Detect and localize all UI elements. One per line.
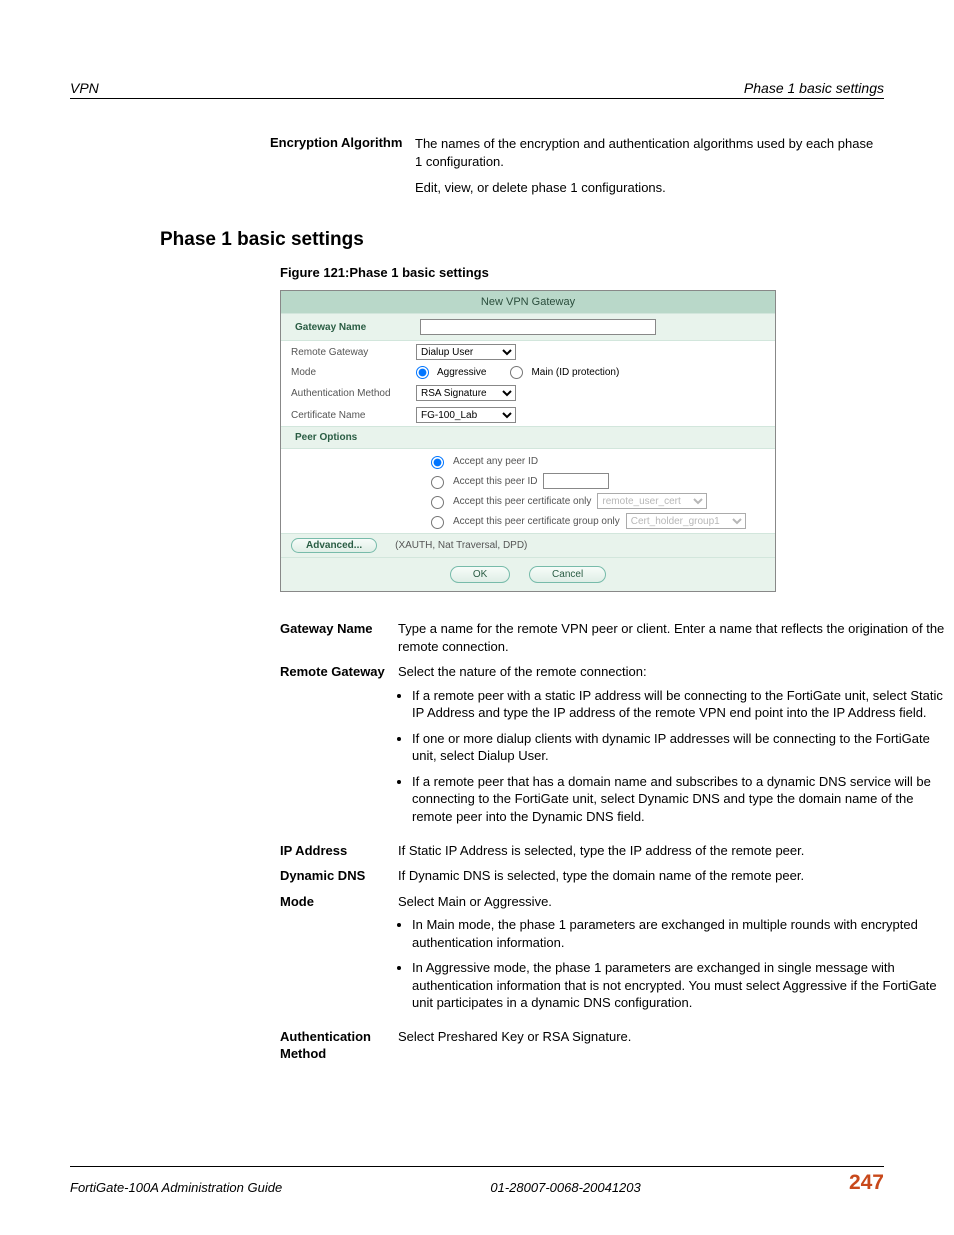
peer-this-id-text: Accept this peer ID	[453, 476, 537, 487]
peer-cert-only-text: Accept this peer certificate only	[453, 496, 591, 507]
definitions-table: Gateway Name Type a name for the remote …	[280, 616, 954, 1067]
def-remote-gateway-b2: If one or more dialup clients with dynam…	[412, 730, 952, 765]
peer-cert-group-text: Accept this peer certificate group only	[453, 516, 620, 527]
def-remote-gateway-b1: If a remote peer with a static IP addres…	[412, 687, 952, 722]
peer-cert-only-select[interactable]: remote_user_cert	[597, 493, 707, 509]
running-head-right: Phase 1 basic settings	[744, 80, 884, 96]
def-remote-gateway-b3: If a remote peer that has a domain name …	[412, 773, 952, 826]
encryption-algorithm-label: Encryption Algorithm	[270, 135, 415, 170]
auth-method-label: Authentication Method	[291, 388, 416, 399]
peer-this-id-input[interactable]	[543, 473, 609, 489]
dialog-title: New VPN Gateway	[281, 291, 775, 313]
peer-cert-only-radio[interactable]	[431, 496, 444, 509]
def-mode-term: Mode	[280, 889, 398, 1024]
page-footer: FortiGate-100A Administration Guide 01-2…	[70, 1166, 884, 1195]
peer-any-text: Accept any peer ID	[453, 456, 538, 467]
def-mode-intro: Select Main or Aggressive.	[398, 894, 552, 909]
def-ip-address-text: If Static IP Address is selected, type t…	[398, 838, 954, 864]
cert-name-label: Certificate Name	[291, 410, 416, 421]
figure-caption: Figure 121:Phase 1 basic settings	[280, 265, 884, 280]
mode-main-radio[interactable]	[510, 366, 523, 379]
gateway-name-input[interactable]	[420, 319, 656, 335]
footer-left: FortiGate-100A Administration Guide	[70, 1180, 282, 1195]
auth-method-select[interactable]: RSA Signature	[416, 385, 516, 401]
peer-any-radio[interactable]	[431, 456, 444, 469]
def-remote-gateway-term: Remote Gateway	[280, 659, 398, 837]
advanced-button[interactable]: Advanced...	[291, 538, 377, 553]
footer-center: 01-28007-0068-20041203	[490, 1180, 640, 1195]
mode-label: Mode	[291, 367, 416, 378]
mode-aggressive-text: Aggressive	[437, 367, 486, 378]
def-auth-method-term: Authentication Method	[280, 1024, 398, 1067]
section-heading: Phase 1 basic settings	[160, 229, 884, 251]
def-mode-body: Select Main or Aggressive. In Main mode,…	[398, 889, 954, 1024]
def-dynamic-dns-text: If Dynamic DNS is selected, type the dom…	[398, 863, 954, 889]
peer-cert-group-radio[interactable]	[431, 516, 444, 529]
def-auth-method-text: Select Preshared Key or RSA Signature.	[398, 1024, 954, 1067]
running-head: VPN Phase 1 basic settings	[70, 80, 884, 99]
cert-name-select[interactable]: FG-100_Lab	[416, 407, 516, 423]
remote-gateway-select[interactable]: Dialup User	[416, 344, 516, 360]
encryption-algorithm-text: The names of the encryption and authenti…	[415, 135, 884, 170]
def-mode-b2: In Aggressive mode, the phase 1 paramete…	[412, 959, 952, 1012]
mode-aggressive-radio[interactable]	[416, 366, 429, 379]
def-dynamic-dns-term: Dynamic DNS	[280, 863, 398, 889]
peer-cert-group-select[interactable]: Cert_holder_group1	[626, 513, 746, 529]
running-head-left: VPN	[70, 80, 99, 96]
def-mode-b1: In Main mode, the phase 1 parameters are…	[412, 916, 952, 951]
def-gateway-name-term: Gateway Name	[280, 616, 398, 659]
peer-options-header: Peer Options	[281, 426, 775, 449]
def-ip-address-term: IP Address	[280, 838, 398, 864]
def-gateway-name-text: Type a name for the remote VPN peer or c…	[398, 616, 954, 659]
ok-button[interactable]: OK	[450, 566, 510, 583]
def-remote-gateway-intro: Select the nature of the remote connecti…	[398, 664, 647, 679]
vpn-gateway-dialog: New VPN Gateway Gateway Name Remote Gate…	[280, 290, 776, 592]
page-number: 247	[849, 1171, 884, 1195]
mode-main-text: Main (ID protection)	[531, 367, 619, 378]
encryption-algorithm-row: Encryption Algorithm The names of the en…	[270, 135, 884, 170]
encryption-algorithm-subtext: Edit, view, or delete phase 1 configurat…	[415, 180, 884, 195]
remote-gateway-label: Remote Gateway	[291, 347, 416, 358]
cancel-button[interactable]: Cancel	[529, 566, 606, 583]
advanced-note: (XAUTH, Nat Traversal, DPD)	[395, 540, 527, 551]
peer-this-id-radio[interactable]	[431, 476, 444, 489]
def-remote-gateway-body: Select the nature of the remote connecti…	[398, 659, 954, 837]
gateway-name-label: Gateway Name	[295, 322, 420, 333]
